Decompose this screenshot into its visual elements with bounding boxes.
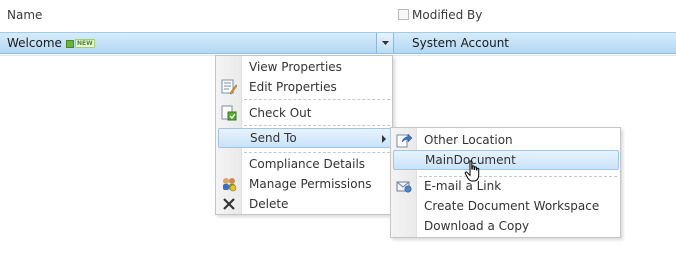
edit-properties-icon <box>221 79 238 95</box>
submenu-item-maindocument[interactable]: MainDocument <box>393 150 619 170</box>
menu-item-label: Other Location <box>424 133 513 147</box>
item-modified-by: System Account <box>412 36 510 50</box>
list-header: Name Modified By <box>0 0 676 32</box>
item-dropdown-button[interactable] <box>376 33 394 53</box>
menu-item-label: View Properties <box>249 60 342 74</box>
menu-item-label: Manage Permissions <box>249 177 372 191</box>
submenu-item-email-link[interactable]: E-mail a Link <box>392 176 621 196</box>
submenu-arrow-icon <box>382 135 386 143</box>
menu-item-manage-permissions[interactable]: Manage Permissions <box>217 174 393 194</box>
column-header-name[interactable]: Name <box>7 8 42 22</box>
check-out-icon <box>221 105 237 121</box>
menu-item-send-to[interactable]: Send To <box>218 128 391 148</box>
item-name-link[interactable]: Welcome <box>7 36 62 50</box>
menu-item-label: Compliance Details <box>249 157 366 171</box>
chevron-down-icon <box>382 41 389 45</box>
menu-separator <box>244 125 390 126</box>
menu-item-check-out[interactable]: Check Out <box>217 103 393 123</box>
menu-item-label: Download a Copy <box>424 219 530 233</box>
menu-item-label: Create Document Workspace <box>424 199 600 213</box>
menu-item-compliance-details[interactable]: Compliance Details <box>217 154 393 174</box>
menu-item-edit-properties[interactable]: Edit Properties <box>217 77 393 97</box>
hand-cursor-icon <box>464 160 480 182</box>
column-checkbox[interactable] <box>398 9 409 20</box>
menu-item-label: Check Out <box>249 106 312 120</box>
new-badge-icon <box>66 39 74 48</box>
menu-separator <box>244 99 390 100</box>
submenu-item-other-location[interactable]: Other Location <box>392 130 621 150</box>
manage-permissions-icon <box>221 176 237 192</box>
menu-item-label: Delete <box>249 197 289 211</box>
send-to-submenu: Other Location MainDocument E-mail a Lin… <box>390 127 621 238</box>
menu-item-delete[interactable]: Delete <box>217 194 393 214</box>
delete-icon <box>221 196 237 212</box>
menu-item-label: Edit Properties <box>249 80 337 94</box>
menu-item-label: E-mail a Link <box>424 179 502 193</box>
new-badge: NEW <box>66 39 95 48</box>
submenu-item-download-a-copy[interactable]: Download a Copy <box>392 216 621 236</box>
email-link-icon <box>396 178 412 194</box>
list-item-row[interactable]: Welcome NEW System Account <box>0 32 676 54</box>
new-badge-text: NEW <box>75 39 95 48</box>
other-location-icon <box>396 132 413 148</box>
menu-item-label: Send To <box>250 131 297 145</box>
menu-separator <box>244 152 390 153</box>
column-header-modified-by[interactable]: Modified By <box>412 8 482 22</box>
menu-item-view-properties[interactable]: View Properties <box>217 57 393 77</box>
submenu-item-create-document-workspace[interactable]: Create Document Workspace <box>392 196 621 216</box>
item-context-menu: View Properties Edit Properties Check Ou… <box>215 55 393 215</box>
